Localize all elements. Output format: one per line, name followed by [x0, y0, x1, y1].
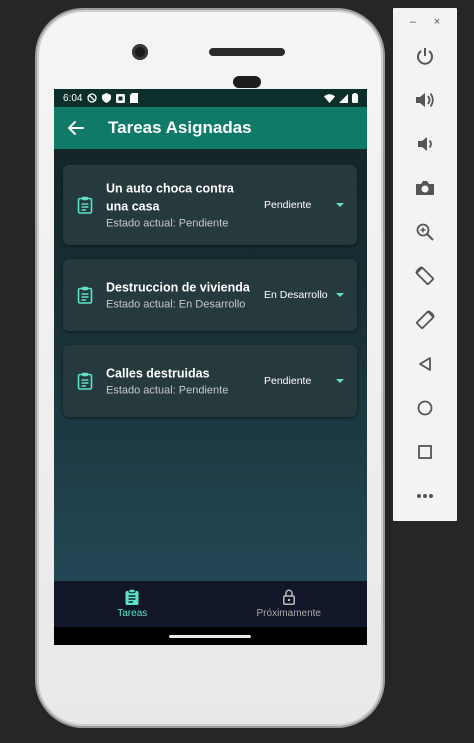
status-time: 6:04: [63, 92, 83, 104]
dropdown-arrow-icon: [336, 203, 344, 207]
sd-card-icon: [130, 93, 139, 103]
task-title: Calles destruidas: [106, 366, 210, 381]
minimize-button[interactable]: –: [410, 16, 416, 28]
back-button[interactable]: [413, 352, 437, 376]
arrow-left-icon: [68, 121, 84, 135]
task-title: Destruccion de vivienda: [106, 280, 250, 295]
battery-icon: [352, 93, 358, 103]
clipboard-icon: [77, 196, 93, 214]
close-button[interactable]: ×: [434, 16, 440, 28]
rotate-left-button[interactable]: [413, 264, 437, 288]
nav-item-proximamente[interactable]: Próximamente: [211, 581, 368, 627]
volume-down-button[interactable]: [413, 132, 437, 156]
task-status-text: Estado actual: En Desarrollo: [106, 298, 246, 311]
emulator-control-panel: – ×: [393, 8, 457, 521]
zoom-icon: [416, 223, 434, 241]
app-bar: Tareas Asignadas: [54, 107, 367, 149]
nav-item-tareas[interactable]: Tareas: [54, 581, 211, 627]
task-list: Un auto choca contra una casa Estado act…: [54, 149, 367, 581]
clipboard-icon: [77, 372, 93, 390]
more-button[interactable]: [413, 484, 437, 508]
front-camera: [132, 44, 148, 60]
page-title: Tareas Asignadas: [108, 118, 252, 137]
rotate-right-icon: [416, 310, 435, 329]
status-dropdown[interactable]: Pendiente: [264, 375, 344, 387]
task-card[interactable]: Un auto choca contra una casa Estado act…: [63, 165, 357, 245]
dropdown-value: Pendiente: [264, 375, 312, 387]
power-button[interactable]: [413, 44, 437, 68]
volume-up-button[interactable]: [413, 88, 437, 112]
phone-screen: 6:04 Tareas Asignadas Un auto choca cont…: [54, 89, 367, 645]
lock-icon: [282, 589, 295, 605]
earpiece: [233, 76, 261, 88]
status-dropdown[interactable]: En Desarrollo: [264, 289, 344, 301]
home-gesture-handle[interactable]: [169, 635, 251, 638]
volume-down-icon: [418, 137, 432, 151]
task-status-text: Estado actual: Pendiente: [106, 217, 229, 230]
volume-up-icon: [416, 92, 434, 108]
power-icon: [417, 48, 433, 65]
screenshot-button[interactable]: [413, 176, 437, 200]
dropdown-value: En Desarrollo: [264, 289, 328, 301]
speaker-grille: [209, 48, 285, 56]
task-title-continued: una casa: [106, 199, 160, 214]
status-dropdown[interactable]: Pendiente: [264, 199, 344, 211]
home-button[interactable]: [413, 396, 437, 420]
rotate-left-icon: [415, 266, 434, 285]
more-icon: [417, 494, 433, 498]
clipboard-icon: [77, 286, 93, 304]
camera-icon: [416, 181, 434, 195]
dnd-icon: [87, 93, 98, 103]
overview-button[interactable]: [413, 440, 437, 464]
notification-icon: [116, 93, 126, 103]
shield-icon: [102, 93, 112, 103]
dropdown-arrow-icon: [336, 379, 344, 383]
dropdown-value: Pendiente: [264, 199, 312, 211]
status-bar: 6:04: [54, 89, 367, 107]
task-card[interactable]: Calles destruidas Estado actual: Pendien…: [63, 345, 357, 417]
overview-icon: [418, 445, 432, 459]
rotate-right-button[interactable]: [413, 308, 437, 332]
task-title: Un auto choca contra: [106, 181, 234, 196]
nav-label: Tareas: [117, 608, 148, 619]
zoom-button[interactable]: [413, 220, 437, 244]
bottom-navigation: Tareas Próximamente: [54, 581, 367, 627]
task-card[interactable]: Destruccion de vivienda Estado actual: E…: [63, 259, 357, 331]
clipboard-icon: [125, 589, 139, 605]
dropdown-arrow-icon: [336, 293, 344, 297]
wifi-icon: [324, 93, 335, 103]
back-icon: [419, 357, 431, 371]
system-navigation-bar: [54, 627, 367, 645]
back-button[interactable]: [66, 118, 86, 138]
signal-icon: [339, 93, 348, 103]
home-icon: [417, 400, 433, 416]
task-status-text: Estado actual: Pendiente: [106, 384, 229, 397]
nav-label: Próximamente: [256, 608, 321, 619]
